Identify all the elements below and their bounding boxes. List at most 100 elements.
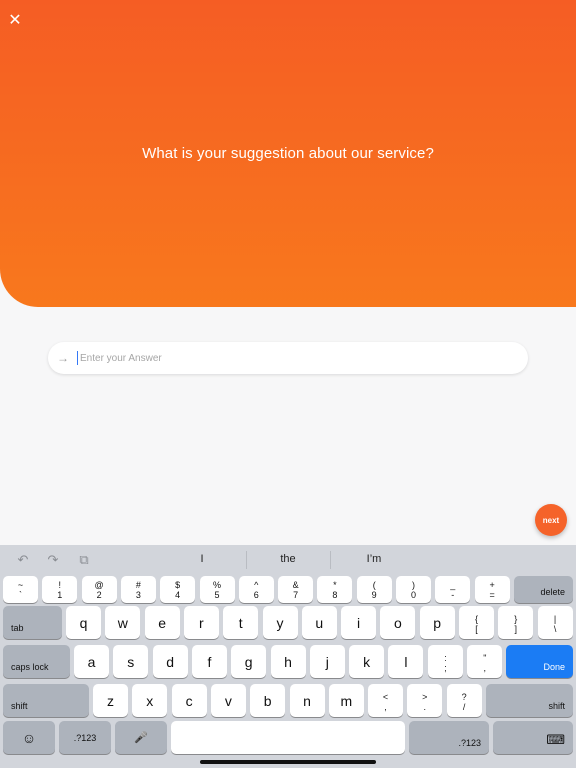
key-symbol-bottom-1[interactable]: >. (407, 684, 443, 717)
answer-input[interactable] (78, 352, 528, 364)
key-number-5[interactable]: % 5 (199, 576, 235, 603)
shift-right-key[interactable]: shift (486, 684, 573, 717)
key-t[interactable]: t (223, 606, 259, 639)
key-number-0-label: ~ ` (3, 580, 38, 600)
paste-icon[interactable]: ⧉ (76, 553, 92, 567)
key-number-12[interactable]: + = (474, 576, 510, 603)
key-u[interactable]: u (301, 606, 337, 639)
dictation-key[interactable]: 🎤 (115, 721, 167, 754)
suggestion-1[interactable]: I (162, 553, 242, 565)
key-g[interactable]: g (231, 645, 267, 678)
key-b-label: b (263, 692, 272, 709)
key-e[interactable]: e (144, 606, 180, 639)
question-text: What is your suggestion about our servic… (142, 145, 434, 162)
key-base-char: = (489, 590, 495, 600)
key-symbol-top-0[interactable]: {[ (459, 606, 494, 639)
key-number-7-label: & 7 (278, 580, 313, 600)
numbers-left-key[interactable]: .?123 (59, 721, 111, 754)
suggestion-3[interactable]: I’m (334, 553, 414, 565)
key-l-label: l (404, 653, 408, 670)
key-w-label: w (117, 614, 128, 631)
key-symbol-top-2[interactable]: | \ (537, 606, 573, 639)
key-h[interactable]: h (270, 645, 306, 678)
hide-keyboard-key[interactable]: ⌨ (493, 721, 573, 754)
shift-left-key[interactable]: shift (3, 684, 89, 717)
key-symbol-top-1[interactable]: }] (498, 606, 534, 639)
key-s[interactable]: s (113, 645, 149, 678)
key-number-11[interactable]: _ - (435, 576, 471, 603)
key-v[interactable]: v (210, 684, 246, 717)
key-a[interactable]: a (74, 645, 109, 678)
key-b[interactable]: b (250, 684, 286, 717)
close-icon[interactable]: ✕ (6, 12, 24, 30)
key-number-4-label: $4 (160, 580, 195, 600)
tab-key[interactable]: tab (3, 606, 62, 639)
key-shift-char: " (483, 653, 487, 663)
key-shift-char: ? (461, 692, 467, 702)
key-o[interactable]: o (380, 606, 416, 639)
key-number-2[interactable]: @2 (81, 576, 117, 603)
key-k-label: k (363, 653, 371, 670)
key-number-6[interactable]: ^ 6 (238, 576, 274, 603)
key-number-0[interactable]: ~ ` (3, 576, 38, 603)
key-d[interactable]: d (152, 645, 188, 678)
key-shift-char: & (292, 580, 299, 590)
key-r-label: r (199, 614, 204, 631)
key-number-10[interactable]: ) 0 (396, 576, 431, 603)
key-h-label: h (284, 653, 292, 670)
key-symbol-home-0[interactable]: :; (428, 645, 463, 678)
answer-field[interactable]: → (48, 342, 528, 374)
key-shift-char: > (422, 692, 428, 702)
key-x[interactable]: x (132, 684, 168, 717)
space-key[interactable] (171, 721, 405, 754)
key-number-1-label: ! 1 (42, 580, 77, 600)
key-k[interactable]: k (349, 645, 385, 678)
caps-lock-key[interactable]: caps lock (3, 645, 70, 678)
delete-key[interactable]: delete (514, 576, 573, 603)
shift-left-key-label: shift (11, 701, 28, 711)
key-number-9[interactable]: (9 (356, 576, 392, 603)
next-button[interactable]: next (535, 504, 567, 536)
key-base-char: , (483, 663, 487, 673)
key-number-4[interactable]: $4 (160, 576, 196, 603)
key-r[interactable]: r (183, 606, 219, 639)
done-key[interactable]: Done (506, 645, 573, 678)
key-y[interactable]: y (262, 606, 298, 639)
key-number-9-label: (9 (357, 580, 392, 600)
key-number-3[interactable]: #3 (120, 576, 156, 603)
key-symbol-bottom-1-label: >. (407, 692, 442, 712)
tab-key-label: tab (11, 623, 24, 633)
key-number-6-label: ^ 6 (239, 580, 274, 600)
key-i[interactable]: i (341, 606, 377, 639)
key-symbol-home-1[interactable]: ", (467, 645, 503, 678)
home-indicator (200, 760, 376, 764)
key-number-1[interactable]: ! 1 (42, 576, 78, 603)
key-j[interactable]: j (309, 645, 345, 678)
key-f[interactable]: f (191, 645, 227, 678)
undo-icon[interactable]: ↶ (15, 553, 31, 567)
key-shift-char: _ (450, 580, 456, 590)
key-number-8[interactable]: * 8 (317, 576, 353, 603)
key-c[interactable]: c (171, 684, 207, 717)
emoji-key[interactable]: ☺ (3, 721, 55, 754)
key-base-char: 6 (253, 590, 259, 600)
key-m[interactable]: m (328, 684, 364, 717)
numbers-right-key[interactable]: .?123 (409, 721, 489, 754)
suggestion-2[interactable]: the (248, 553, 328, 565)
key-symbol-bottom-2[interactable]: ? / (446, 684, 482, 717)
key-l[interactable]: l (388, 645, 424, 678)
key-number-8-label: * 8 (317, 580, 352, 600)
key-symbol-bottom-0[interactable]: <, (368, 684, 403, 717)
key-q[interactable]: q (66, 606, 101, 639)
key-z[interactable]: z (93, 684, 128, 717)
key-shift-char: ^ (254, 580, 259, 590)
redo-icon[interactable]: ↷ (45, 553, 61, 567)
key-n[interactable]: n (289, 684, 325, 717)
key-number-3-label: #3 (121, 580, 156, 600)
key-symbol-home-1-label: ", (467, 653, 502, 673)
key-p[interactable]: p (419, 606, 455, 639)
key-s-label: s (127, 653, 135, 670)
key-w[interactable]: w (105, 606, 141, 639)
key-a-label: a (87, 653, 96, 670)
key-number-7[interactable]: & 7 (278, 576, 314, 603)
